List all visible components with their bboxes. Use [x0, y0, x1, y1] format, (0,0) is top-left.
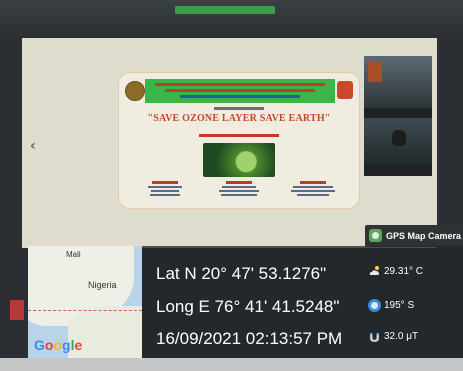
camera-icon	[369, 229, 382, 242]
map-label-nigeria: Nigeria	[88, 280, 117, 290]
longitude-readout: Long E 76° 41' 41.5248"	[156, 297, 340, 316]
datetime-readout: 16/09/2021 02:13:57 PM	[156, 329, 343, 348]
slide-organizer-line	[214, 107, 264, 110]
top-green-banner	[175, 6, 275, 14]
previous-slide-arrow[interactable]: ‹	[30, 138, 36, 154]
college-logo-left	[125, 81, 145, 101]
magnetic-field-readout: 32.0 μT	[384, 331, 419, 342]
compass-icon	[368, 299, 381, 312]
cloud-icon	[369, 266, 379, 275]
map-label-mali: Mali	[66, 250, 81, 259]
magnet-icon	[370, 333, 379, 342]
slide-chairperson-block	[139, 181, 191, 198]
ozone-earth-image	[203, 143, 275, 177]
college-logo-right	[337, 81, 353, 99]
slide-organizer-block	[287, 181, 339, 198]
latitude-readout: Lat N 20° 47' 53.1276"	[156, 264, 327, 283]
bearing-readout: 195° S	[384, 300, 415, 311]
participant-logo	[368, 62, 382, 82]
location-map[interactable]: Mali Nigeria Google	[28, 246, 142, 358]
slide-header-band	[145, 79, 335, 103]
temperature-readout: 29.31° C	[384, 266, 424, 277]
presentation-slide: "SAVE OZONE LAYER SAVE EARTH"	[118, 72, 360, 209]
background-red-object	[10, 300, 24, 320]
bottom-strip	[0, 358, 463, 371]
gps-map-camera-label: GPS Map Camera	[386, 231, 462, 241]
map-equator-line	[28, 310, 142, 311]
slide-date-line	[199, 134, 279, 137]
slide-chief-guest-block	[213, 181, 265, 198]
slide-title: "SAVE OZONE LAYER SAVE EARTH"	[147, 113, 331, 124]
google-logo: Google	[34, 337, 83, 353]
participant-person	[392, 130, 406, 146]
